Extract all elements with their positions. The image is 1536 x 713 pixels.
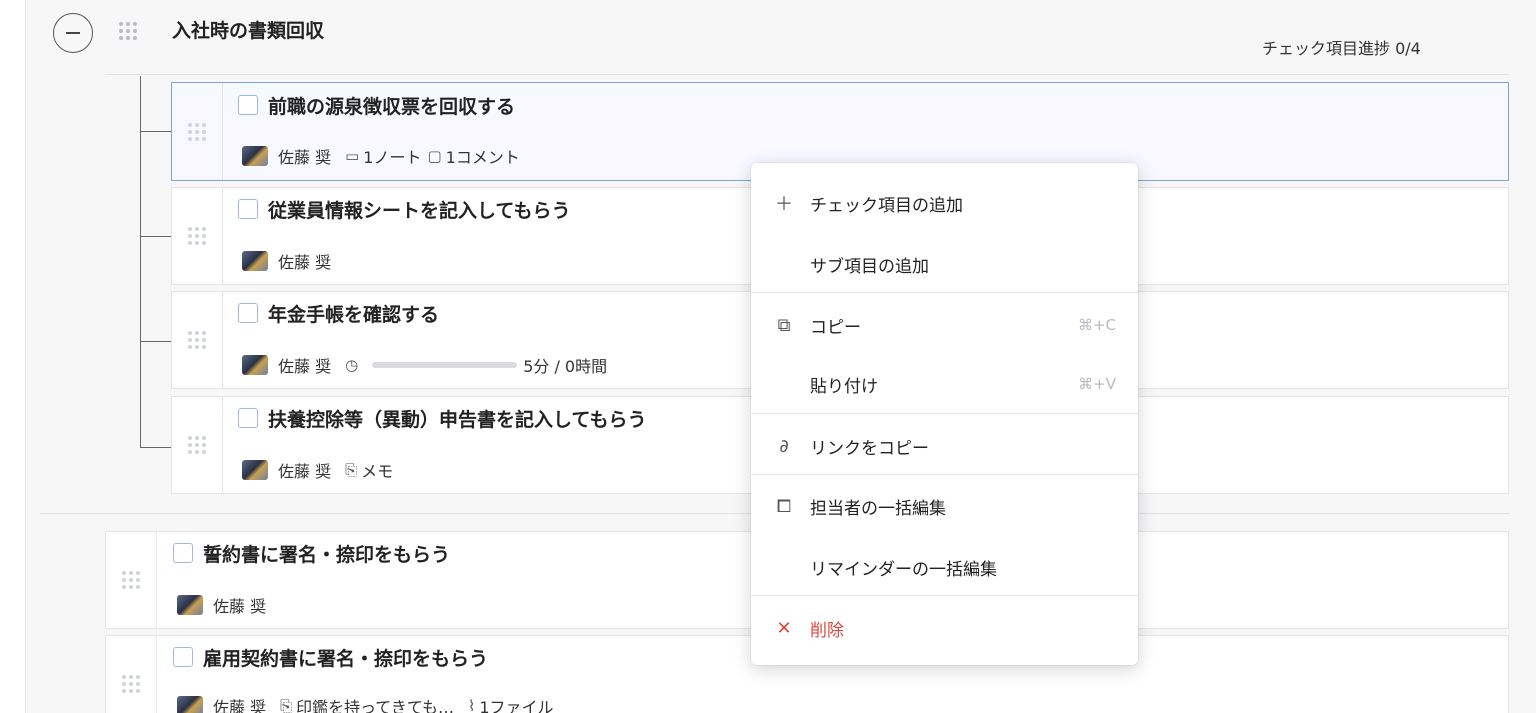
menu-item-label: チェック項目の追加 (810, 195, 963, 216)
menu-item-label: コピー (810, 317, 861, 338)
item-title[interactable]: 誓約書に署名・捺印をもらう (203, 540, 450, 567)
shortcut-label: ⌘+V (1078, 375, 1116, 393)
checklist-progress: チェック項目進捗 0/4 (1262, 39, 1421, 58)
tree-connector (140, 341, 171, 342)
assignee-name[interactable]: 佐藤 奨 (278, 458, 331, 482)
menu-item-label: 担当者の一括編集 (810, 498, 946, 519)
menu-separator (751, 413, 1138, 414)
time-progress-bar (372, 362, 518, 368)
bulk-edit-icon: ⧠ (776, 495, 792, 517)
group-title: 入社時の書類回収 (172, 20, 325, 42)
assignee-name[interactable]: 佐藤 奨 (278, 249, 331, 273)
assignee-name[interactable]: 佐藤 奨 (278, 144, 331, 168)
drag-handle[interactable] (172, 397, 223, 493)
drag-handle[interactable] (106, 532, 157, 628)
avatar (242, 251, 268, 271)
item-checkbox[interactable] (173, 543, 193, 563)
item-meta: 佐藤 奨 ◷ 5分 / 0時間 (242, 353, 607, 377)
item-title[interactable]: 扶養控除等（異動）申告書を記入してもらう (268, 405, 646, 432)
memo-text[interactable]: メモ (361, 458, 393, 482)
tree-connector (140, 131, 171, 132)
link-icon: ∂ (779, 435, 789, 457)
item-meta: 佐藤 奨 (177, 593, 266, 617)
collapse-group-button[interactable] (53, 13, 93, 53)
memo-text[interactable]: 印鑑を持ってきても… (296, 694, 454, 713)
menu-separator (751, 474, 1138, 475)
tree-connector (140, 236, 171, 237)
item-checkbox[interactable] (173, 647, 193, 667)
item-title[interactable]: 雇用契約書に署名・捺印をもらう (203, 644, 488, 671)
minus-icon (66, 32, 80, 34)
drag-handle[interactable] (172, 83, 223, 180)
avatar (177, 595, 203, 615)
menu-item-label: 削除 (810, 620, 844, 641)
timer-icon: ◷ (345, 356, 359, 374)
divider (105, 74, 1509, 75)
menu-item-label: 貼り付け (810, 376, 878, 397)
item-meta: 佐藤 奨 (242, 249, 331, 273)
comment-icon: ▢ (427, 147, 442, 165)
menu-item-add-sub-item[interactable]: サブ項目の追加 (751, 234, 1138, 294)
item-title[interactable]: 従業員情報シートを記入してもらう (268, 196, 570, 223)
comment-count[interactable]: 1コメント (446, 144, 520, 168)
avatar (177, 696, 203, 713)
file-count[interactable]: 1ファイル (479, 694, 553, 713)
item-title[interactable]: 年金手帳を確認する (268, 300, 439, 327)
menu-item-copy[interactable]: ⧉ コピー ⌘+C (751, 295, 1138, 355)
close-icon: ✕ (776, 617, 792, 639)
attachment-icon: ⌇ (468, 697, 476, 713)
assignee-name[interactable]: 佐藤 奨 (278, 353, 331, 377)
menu-separator (751, 595, 1138, 596)
time-estimate[interactable]: 5分 / 0時間 (523, 353, 607, 377)
context-menu: ＋ チェック項目の追加 サブ項目の追加 ⧉ コピー ⌘+C 貼り付け ⌘+V ∂… (751, 163, 1138, 665)
plus-icon: ＋ (775, 194, 793, 215)
item-checkbox[interactable] (238, 95, 258, 115)
menu-separator (751, 292, 1138, 293)
item-meta: 佐藤 奨 ▭ 1ノート ▢ 1コメント (242, 144, 520, 168)
drag-handle[interactable] (172, 188, 223, 284)
item-title[interactable]: 前職の源泉徴収票を回収する (268, 92, 515, 119)
menu-item-paste[interactable]: 貼り付け ⌘+V (751, 354, 1138, 414)
drag-handle[interactable] (106, 636, 157, 713)
avatar (242, 355, 268, 375)
item-checkbox[interactable] (238, 408, 258, 428)
menu-item-bulk-edit-reminder[interactable]: リマインダーの一括編集 (751, 537, 1138, 597)
item-checkbox[interactable] (238, 303, 258, 323)
memo-icon: ⎘ (280, 697, 293, 713)
assignee-name[interactable]: 佐藤 奨 (213, 694, 266, 713)
drag-handle[interactable] (172, 292, 223, 388)
menu-item-label: リンクをコピー (810, 438, 929, 459)
shortcut-label: ⌘+C (1077, 316, 1116, 334)
menu-item-label: サブ項目の追加 (810, 256, 929, 277)
copy-icon: ⧉ (777, 314, 791, 336)
note-icon: ▭ (345, 147, 360, 165)
menu-item-copy-link[interactable]: ∂ リンクをコピー (751, 416, 1138, 476)
menu-item-delete[interactable]: ✕ 削除 (751, 598, 1138, 658)
item-checkbox[interactable] (238, 199, 258, 219)
menu-item-bulk-edit-assignee[interactable]: ⧠ 担当者の一括編集 (751, 476, 1138, 536)
menu-item-label: リマインダーの一括編集 (810, 559, 997, 580)
avatar (242, 146, 268, 166)
assignee-name[interactable]: 佐藤 奨 (213, 593, 266, 617)
drag-handle-icon[interactable] (119, 22, 137, 40)
item-meta: 佐藤 奨 ⎘ メモ (242, 458, 393, 482)
item-meta: 佐藤 奨 ⎘ 印鑑を持ってきても… ⌇ 1ファイル (177, 694, 554, 713)
tree-connector (140, 447, 171, 448)
avatar (242, 460, 268, 480)
note-count[interactable]: 1ノート (363, 144, 421, 168)
menu-item-add-check-item[interactable]: ＋ チェック項目の追加 (751, 173, 1138, 233)
memo-icon: ⎘ (345, 461, 358, 479)
